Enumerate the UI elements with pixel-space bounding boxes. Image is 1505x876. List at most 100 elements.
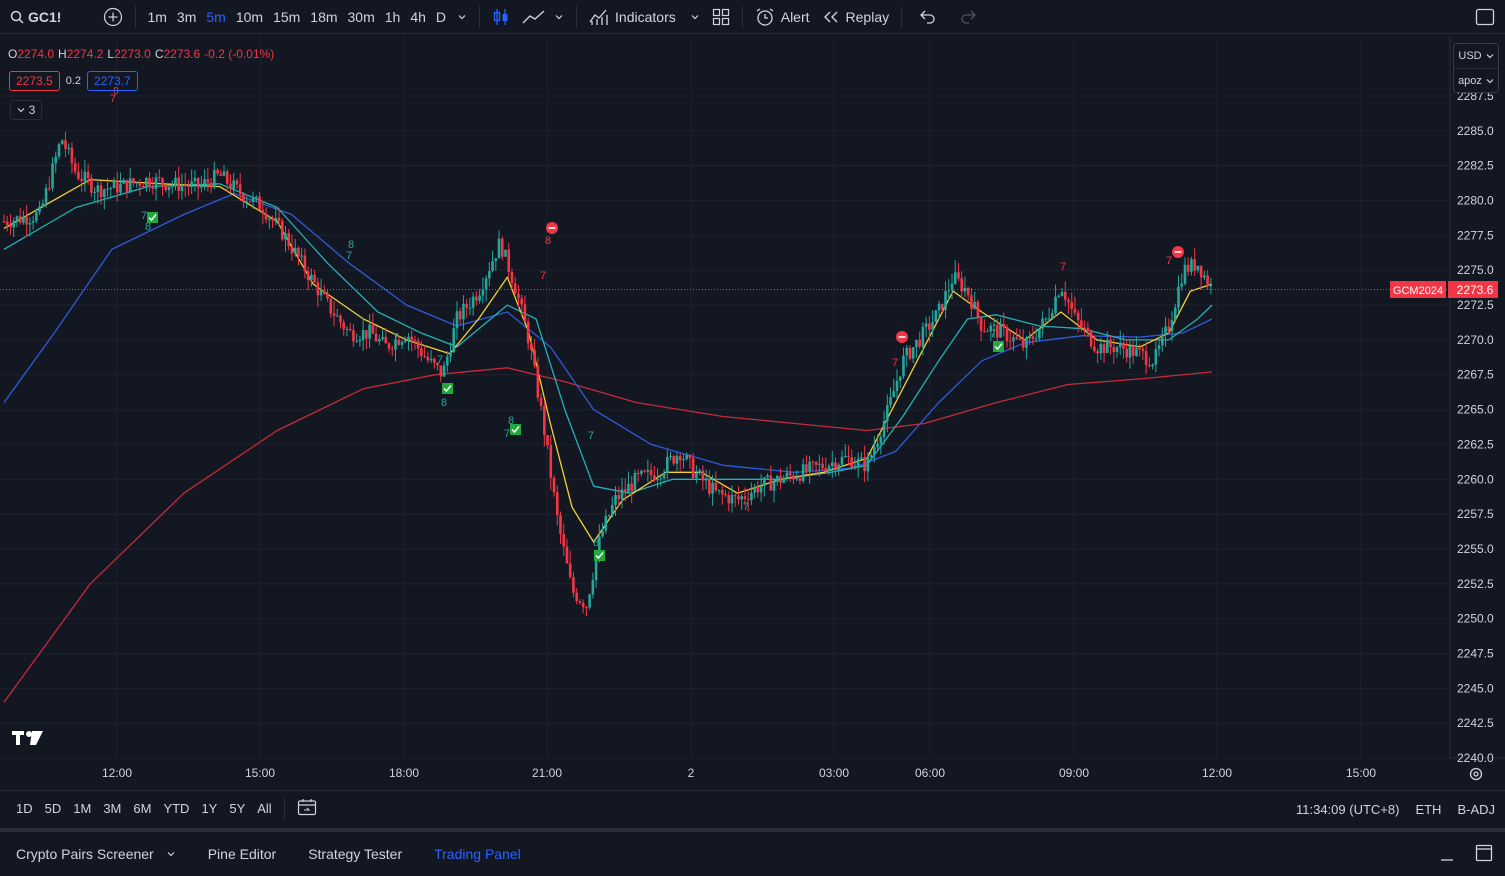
line-type-button[interactable] bbox=[516, 2, 570, 32]
candle-body bbox=[892, 391, 896, 398]
add-symbol-button[interactable] bbox=[97, 2, 129, 32]
range-5y-button[interactable]: 5Y bbox=[223, 801, 251, 816]
tab-pine-editor[interactable]: Pine Editor bbox=[192, 846, 292, 862]
candle-body bbox=[51, 163, 54, 189]
candle-body bbox=[148, 177, 151, 187]
candle-body bbox=[413, 340, 417, 342]
candle-body bbox=[766, 475, 769, 478]
candle-body bbox=[193, 178, 197, 182]
candle-body bbox=[455, 311, 459, 329]
interval-d-button[interactable]: D bbox=[431, 2, 451, 32]
candle-body bbox=[248, 201, 252, 203]
price-chart[interactable]: 7 8 7 8 8 7 7 7 8 8 7 8 7 7 8 7 7 7 7 7 bbox=[0, 36, 1505, 788]
candle-body bbox=[801, 464, 805, 481]
maximize-panel-button[interactable] bbox=[1475, 844, 1493, 867]
adjust-toggle[interactable]: B-ADJ bbox=[1457, 802, 1495, 817]
candle-body bbox=[947, 290, 951, 292]
candle-body bbox=[326, 293, 329, 299]
symbol-search-button[interactable]: GC1! bbox=[0, 2, 67, 32]
candle-body bbox=[112, 180, 116, 189]
price-scale[interactable]: 2287.52285.02282.52280.02277.52275.02272… bbox=[1457, 89, 1494, 765]
interval-15m-button[interactable]: 15m bbox=[268, 2, 305, 32]
candle-body bbox=[1203, 275, 1206, 278]
layouts-button[interactable] bbox=[706, 2, 736, 32]
candle-body bbox=[235, 180, 239, 185]
search-icon bbox=[10, 10, 24, 24]
interval-3m-button[interactable]: 3m bbox=[172, 2, 201, 32]
candle-body bbox=[433, 358, 436, 363]
interval-1m-button[interactable]: 1m bbox=[142, 2, 171, 32]
candle-body bbox=[814, 461, 818, 465]
scale-settings-button[interactable] bbox=[1468, 766, 1484, 787]
interval-4h-button[interactable]: 4h bbox=[405, 2, 431, 32]
range-5d-button[interactable]: 5D bbox=[39, 801, 68, 816]
time-axis[interactable]: 12:00 15:00 18:00 21:00 2 03:00 06:00 09:00 12:0… bbox=[0, 760, 1450, 788]
interval-1h-button[interactable]: 1h bbox=[380, 2, 406, 32]
candle-body bbox=[1102, 344, 1106, 354]
candle-body bbox=[125, 179, 129, 192]
interval-10m-button[interactable]: 10m bbox=[231, 2, 268, 32]
candle-body bbox=[484, 278, 488, 290]
redo-button[interactable] bbox=[954, 2, 984, 32]
candle-body bbox=[238, 184, 242, 195]
candle-body bbox=[44, 188, 48, 204]
candle-body bbox=[442, 365, 446, 377]
marker-label: 7 bbox=[393, 332, 399, 344]
currency-select[interactable]: USD bbox=[1454, 44, 1498, 68]
session-toggle[interactable]: ETH bbox=[1415, 802, 1441, 817]
interval-30m-button[interactable]: 30m bbox=[343, 2, 380, 32]
candle-type-button[interactable] bbox=[486, 2, 516, 32]
candle-body bbox=[889, 397, 892, 406]
candle-body bbox=[316, 282, 320, 296]
collapse-indicators-button[interactable]: 3 bbox=[10, 100, 42, 120]
candle-body bbox=[1047, 318, 1051, 320]
interval-5m-button[interactable]: 5m bbox=[201, 2, 230, 32]
range-6m-button[interactable]: 6M bbox=[127, 801, 157, 816]
range-1m-button[interactable]: 1M bbox=[67, 801, 97, 816]
candle-body bbox=[970, 295, 973, 309]
change-value: -0.2 (-0.01%) bbox=[204, 47, 275, 61]
candle-body bbox=[196, 178, 200, 188]
top-toolbar: GC1! 1m 3m 5m 10m 15m 18m 30m 1h 4h D Indicators … bbox=[0, 0, 1505, 34]
chart-area[interactable]: 7 8 7 8 8 7 7 7 8 8 7 8 7 7 8 7 7 7 7 7 bbox=[0, 36, 1505, 788]
tab-crypto-pairs-screener[interactable]: Crypto Pairs Screener bbox=[0, 846, 192, 862]
tab-label: Crypto Pairs Screener bbox=[16, 846, 154, 862]
candle-body bbox=[682, 459, 685, 461]
candle-body bbox=[662, 473, 666, 479]
sell-button[interactable]: 2273.5 bbox=[9, 71, 60, 91]
range-3m-button[interactable]: 3M bbox=[97, 801, 127, 816]
interval-dropdown-button[interactable] bbox=[451, 2, 473, 32]
go-to-date-button[interactable] bbox=[291, 798, 323, 819]
range-1d-button[interactable]: 1D bbox=[10, 801, 39, 816]
moving-average-line bbox=[3, 178, 1213, 543]
toolbar-divider bbox=[741, 5, 743, 28]
range-ytd-button[interactable]: YTD bbox=[157, 801, 195, 816]
scale-controls: USD apoz bbox=[1453, 43, 1499, 93]
minimize-panel-button[interactable] bbox=[1439, 848, 1455, 867]
indicators-button[interactable]: Indicators bbox=[583, 2, 706, 32]
range-1y-button[interactable]: 1Y bbox=[195, 801, 223, 816]
clock-label[interactable]: 11:34:09 (UTC+8) bbox=[1296, 802, 1399, 817]
candle-body bbox=[1115, 347, 1119, 353]
tab-strategy-tester[interactable]: Strategy Tester bbox=[292, 846, 418, 862]
candle-body bbox=[306, 271, 310, 280]
candle-body bbox=[41, 203, 45, 207]
fullscreen-button[interactable] bbox=[1469, 2, 1501, 32]
candle-body bbox=[931, 322, 934, 330]
price-tick-label: 2272.5 bbox=[1457, 298, 1494, 312]
candle-body bbox=[986, 331, 989, 333]
candle-body bbox=[225, 171, 229, 184]
range-all-button[interactable]: All bbox=[251, 801, 277, 816]
interval-18m-button[interactable]: 18m bbox=[305, 2, 342, 32]
candle-body bbox=[646, 469, 650, 472]
replay-button[interactable]: Replay bbox=[816, 2, 896, 32]
alert-button[interactable]: Alert bbox=[749, 2, 816, 32]
undo-button[interactable] bbox=[912, 2, 942, 32]
tab-trading-panel[interactable]: Trading Panel bbox=[418, 846, 537, 862]
candle-body bbox=[572, 577, 575, 593]
candle-body bbox=[348, 328, 352, 331]
unit-select[interactable]: apoz bbox=[1454, 68, 1498, 92]
candle-body bbox=[222, 171, 226, 176]
indicators-label: Indicators bbox=[615, 8, 676, 25]
buy-button[interactable]: 2273.7 bbox=[87, 71, 138, 91]
